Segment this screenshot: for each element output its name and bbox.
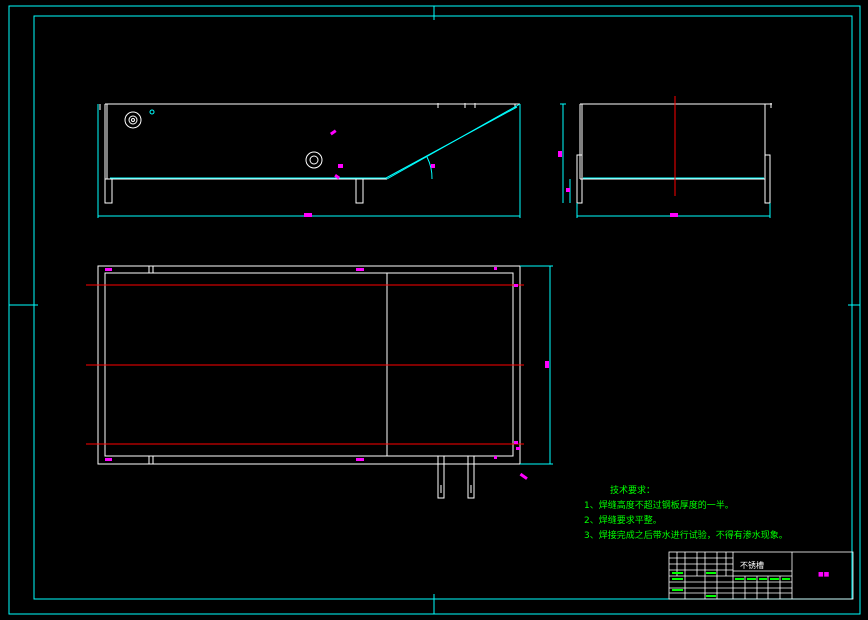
technical-requirements: 技术要求： 1、焊缝高度不超过钢板厚度的一半。 2、焊缝要求平整。 3、焊接完成… xyxy=(584,484,788,544)
requirement-item: 2、焊缝要求平整。 xyxy=(584,516,662,526)
fitting-left xyxy=(124,111,142,129)
fitting-center xyxy=(305,151,323,169)
plan-view xyxy=(86,265,553,499)
side-view xyxy=(558,96,772,218)
technical-requirements-title: 技术要求： xyxy=(610,486,656,496)
title-block-part-name: 不锈槽 xyxy=(740,561,764,570)
requirement-item: 3、焊接完成之后带水进行试验，不得有渗水现象。 xyxy=(584,531,788,541)
front-view xyxy=(97,103,521,218)
requirement-item: 1、焊缝高度不超过钢板厚度的一半。 xyxy=(584,501,734,511)
title-block-mark: ■■ xyxy=(818,571,830,578)
